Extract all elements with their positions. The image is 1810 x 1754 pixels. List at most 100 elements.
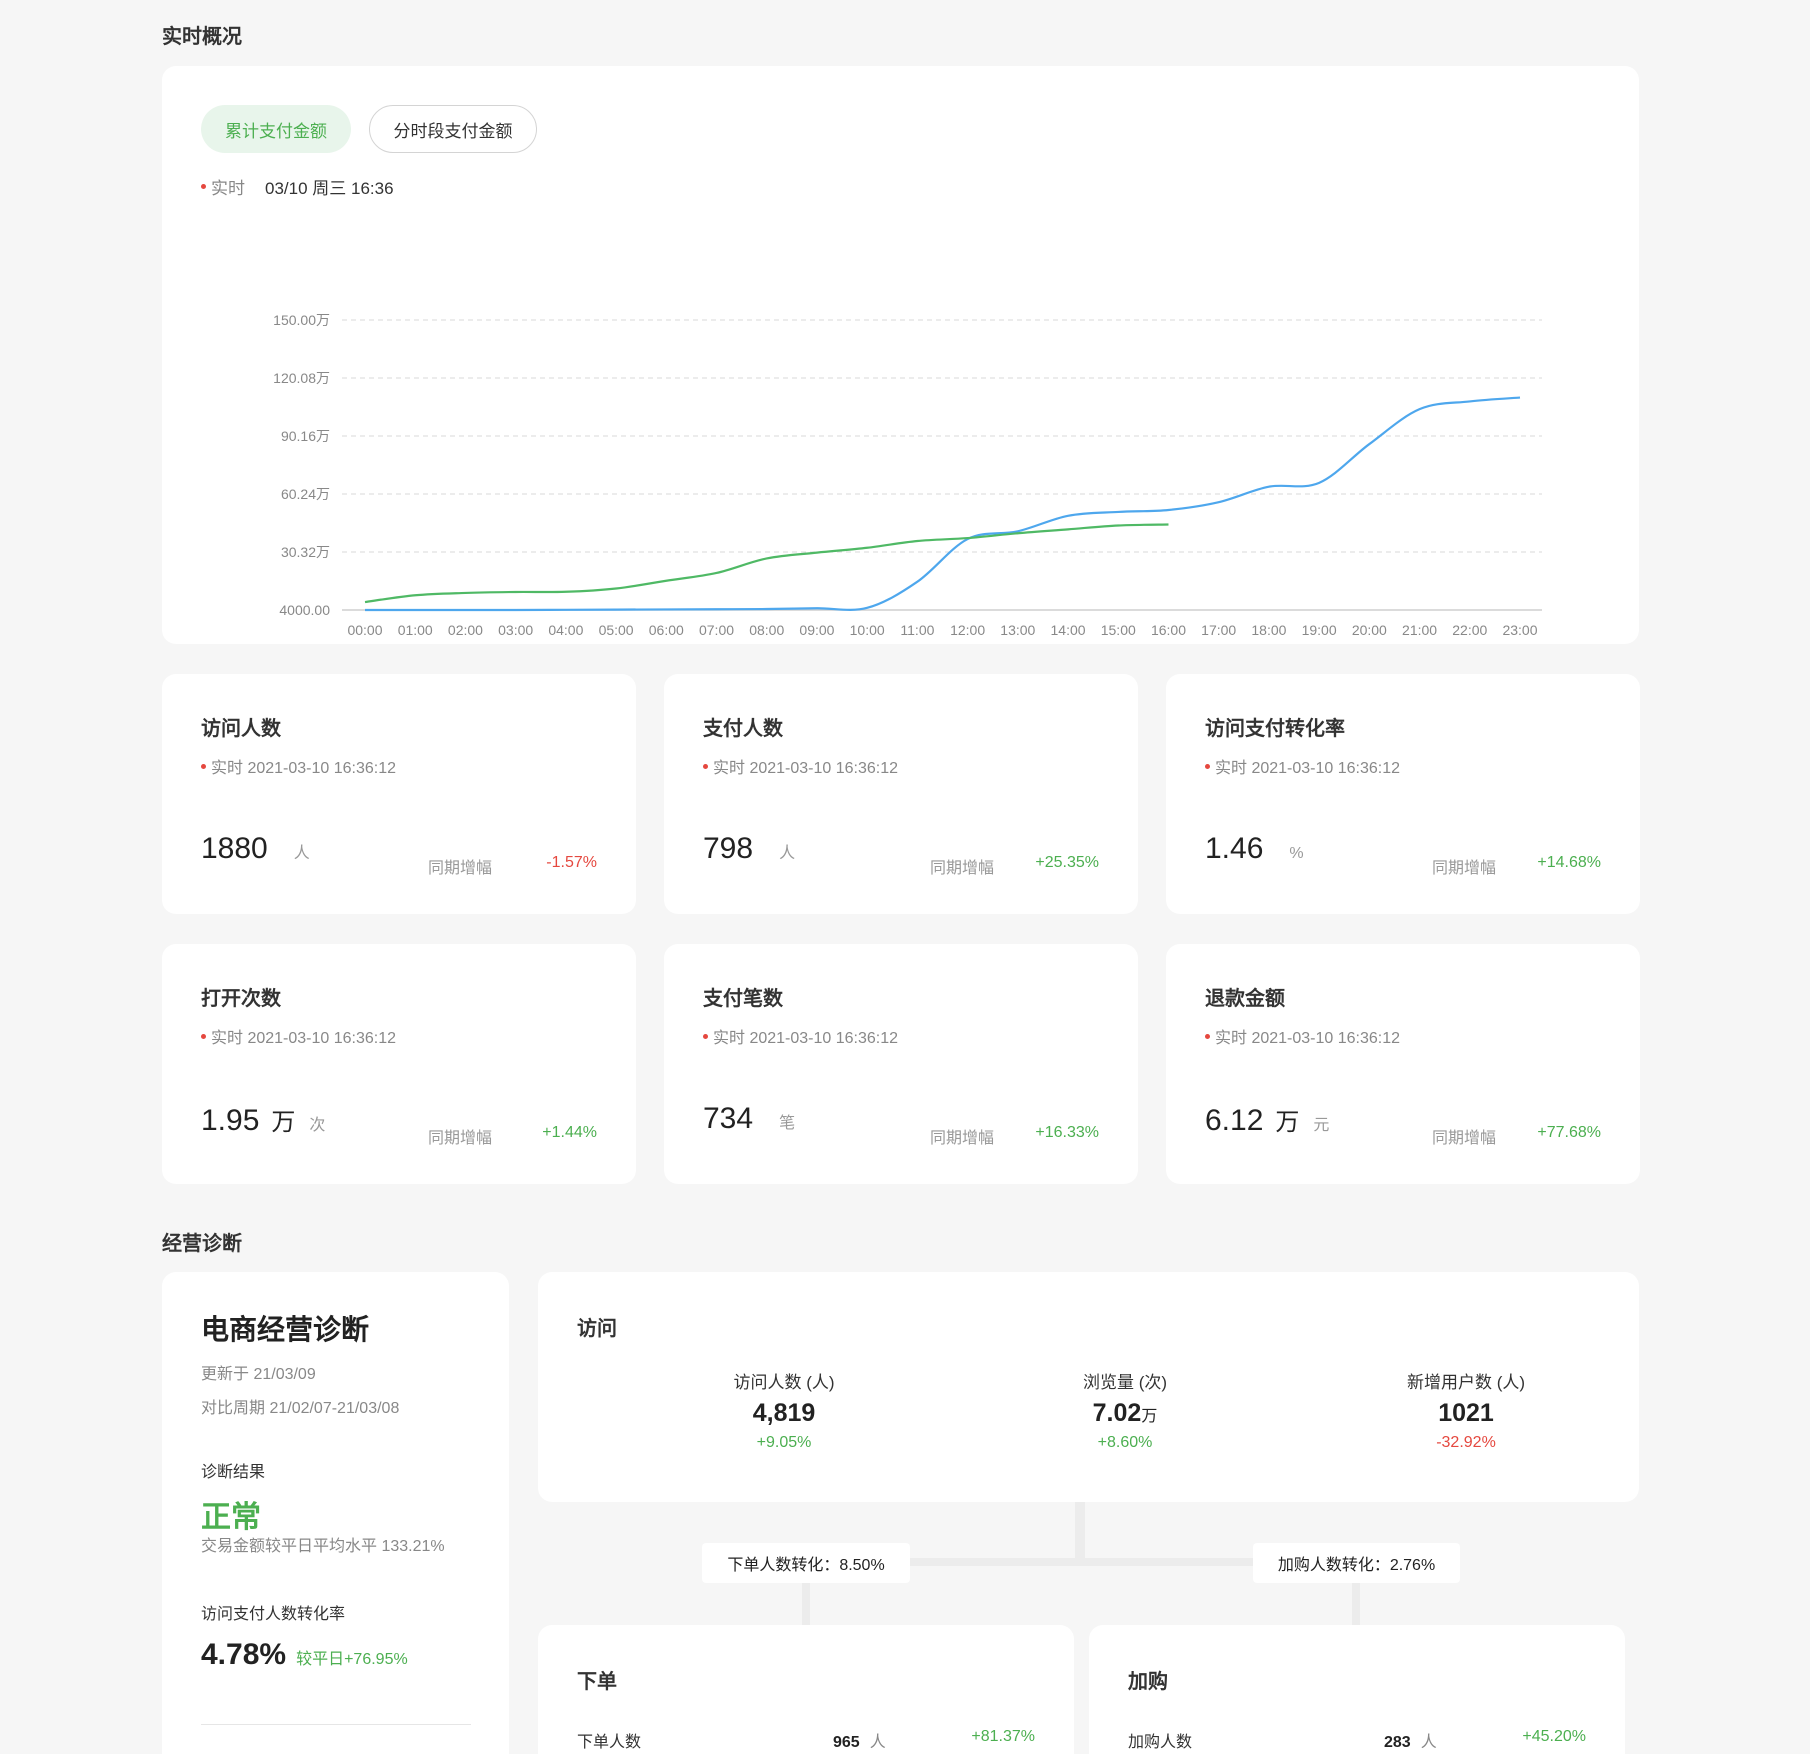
tab-cumulative-payment[interactable]: 累计支付金额: [201, 105, 351, 153]
cart-value: 283 人: [1384, 1734, 1437, 1751]
visit-stat-pageviews: 浏览量 (次) 7.02万 +8.60%: [995, 1368, 1255, 1452]
metric-compare-label: 同期增幅: [930, 1130, 995, 1147]
x-tick-label: 00:00: [347, 622, 382, 636]
metric-card: 访问支付转化率 实时 2021-03-10 16:36:12 1.46% 同期增幅 +1…: [1166, 674, 1640, 914]
metric-title: 退款金额: [1205, 988, 1285, 1010]
metric-compare-label: 同期增幅: [930, 860, 995, 877]
metric-compare-label: 同期增幅: [428, 1130, 493, 1147]
realtime-chart-card: 累计支付金额 分时段支付金额 实时 03/10 周三 16:36 4000.00…: [162, 66, 1639, 644]
metric-title: 访问支付转化率: [1205, 718, 1345, 740]
series-line: [365, 396, 1521, 612]
x-tick-label: 07:00: [699, 622, 734, 636]
metric-pct: +1.44%: [542, 1124, 597, 1141]
y-tick-label: 90.16万: [281, 428, 330, 444]
diagnose-period: 对比周期 21/02/07-21/03/08: [201, 1400, 400, 1417]
order-title: 下单: [577, 1671, 617, 1693]
metric-pct: -1.57%: [546, 854, 597, 871]
metric-title: 访问人数: [201, 718, 281, 740]
metric-compare-label: 同期增幅: [1432, 860, 1497, 877]
x-tick-label: 16:00: [1151, 622, 1186, 636]
diagnose-result-label: 诊断结果: [201, 1464, 266, 1481]
cart-pct: +45.20%: [1522, 1728, 1586, 1745]
metric-compare-label: 同期增幅: [1432, 1130, 1497, 1147]
connector-line: [1075, 1502, 1085, 1560]
visit-stat-visitors: 访问人数 (人) 4,819 +9.05%: [654, 1368, 914, 1452]
x-tick-label: 22:00: [1452, 622, 1487, 636]
x-tick-label: 10:00: [850, 622, 885, 636]
diagnose-rate-compare: 较平日+76.95%: [296, 1651, 408, 1668]
diagnose-result-note: 交易金额较平日平均水平 133.21%: [201, 1538, 445, 1555]
metric-card: 退款金额实时 2021-03-10 16:36:12 6.12 万元同期增幅 +77.…: [1166, 944, 1640, 1184]
metric-time: 实时 2021-03-10 16:36:12: [703, 754, 898, 778]
metric-pct: +25.35%: [1035, 854, 1099, 871]
visit-stat-label: 浏览量 (次): [1082, 1373, 1168, 1392]
y-tick-label: 150.00万: [273, 312, 330, 328]
order-card: 下单 下单人数 965 人 +81.37%: [538, 1625, 1074, 1754]
divider: [201, 1724, 471, 1725]
metric-time: 实时 2021-03-10 16:36:12: [703, 1024, 898, 1048]
metric-pct: +77.68%: [1537, 1124, 1601, 1141]
metric-pct: +16.33%: [1035, 1124, 1099, 1141]
realtime-timestamp: 03/10 周三 16:36: [265, 179, 394, 198]
metric-value: 734 笔: [703, 1102, 796, 1135]
cart-title: 加购: [1128, 1671, 1168, 1693]
x-tick-label: 01:00: [398, 622, 433, 636]
metric-value: 798 人: [703, 832, 796, 865]
metric-value: 6.12 万元: [1205, 1104, 1330, 1137]
diagnose-result: 正常: [201, 1501, 261, 1534]
visit-stat-value: 1021: [1438, 1399, 1494, 1427]
cart-row-label: 加购人数: [1128, 1734, 1193, 1751]
metric-time: 实时 2021-03-10 16:36:12: [201, 1024, 396, 1048]
live-dot-icon: [1205, 1033, 1210, 1039]
connector-line: [802, 1580, 810, 1628]
x-tick-label: 20:00: [1352, 622, 1387, 636]
x-tick-label: 15:00: [1101, 622, 1136, 636]
x-tick-label: 12:00: [950, 622, 985, 636]
visit-stat-label: 访问人数 (人): [733, 1373, 835, 1392]
order-conversion-pill: 下单人数转化：8.50%: [702, 1543, 910, 1583]
diagnose-card: 电商经营诊断 更新于 21/03/09 对比周期 21/02/07-21/03/…: [162, 1272, 509, 1754]
visit-title: 访问: [577, 1318, 617, 1340]
cart-card: 加购 加购人数 283 人 +45.20%: [1089, 1625, 1625, 1754]
y-tick-label: 4000.00: [279, 602, 330, 618]
metric-compare-label: 同期增幅: [428, 860, 493, 877]
visit-stat-pct: +9.05%: [756, 1434, 812, 1451]
diagnose-rate: 4.78% 较平日+76.95%: [201, 1638, 408, 1672]
realtime-label: 实时: [211, 179, 245, 198]
metric-time: 实时 2021-03-10 16:36:12: [1205, 1024, 1400, 1048]
x-tick-label: 17:00: [1201, 622, 1236, 636]
tab-segment-payment[interactable]: 分时段支付金额: [369, 105, 537, 153]
metric-title: 支付笔数: [703, 988, 783, 1010]
x-tick-label: 14:00: [1051, 622, 1086, 636]
live-dot-icon: [201, 1033, 206, 1039]
visit-stat-value: 7.02万: [1092, 1399, 1158, 1427]
diagnose-updated: 更新于 21/03/09: [201, 1366, 316, 1383]
metric-pct: +14.68%: [1537, 854, 1601, 871]
realtime-indicator: 实时 03/10 周三 16:36: [201, 174, 394, 199]
connector-line: [900, 1558, 1310, 1566]
live-dot-icon: [1205, 763, 1210, 769]
order-pct: +81.37%: [971, 1728, 1035, 1745]
visit-stat-label: 新增用户数 (人): [1406, 1373, 1526, 1392]
payment-line-chart: 4000.00 30.32万 60.24万 90.16万 120.08万 150.00万 0…: [273, 312, 1542, 636]
y-tick-label: 30.32万: [281, 544, 330, 560]
y-tick-label: 120.08万: [273, 370, 330, 386]
metric-card: 打开次数 实时 2021-03-10 16:36:12 1.95 万次同期增幅 +1.4…: [162, 944, 636, 1184]
visit-card: 访问 访问人数 (人) 4,819 +9.05% 浏览量 (次) 7.02万 +…: [538, 1272, 1639, 1502]
metric-card: 访问人数 实时 2021-03-10 16:36:12 1880 人同期增幅 -1.57…: [162, 674, 636, 914]
x-tick-label: 03:00: [498, 622, 533, 636]
x-tick-label: 21:00: [1402, 622, 1437, 636]
diagnose-rate-label: 访问支付人数转化率: [201, 1606, 346, 1623]
section-title-realtime: 实时概况: [162, 26, 242, 48]
visit-stat-pct: +8.60%: [1097, 1434, 1153, 1451]
x-tick-label: 09:00: [799, 622, 834, 636]
series-line: [364, 523, 1169, 604]
x-tick-label: 04:00: [548, 622, 583, 636]
visit-stat-new-users: 新增用户数 (人) 1021 -32.92%: [1336, 1368, 1596, 1452]
diagnose-rate-value: 4.78%: [201, 1638, 287, 1671]
metric-title: 打开次数: [201, 988, 281, 1010]
metric-time: 实时 2021-03-10 16:36:12: [201, 754, 396, 778]
metric-card: 支付笔数实时 2021-03-10 16:36:12 734 笔同期增幅 +16.33…: [664, 944, 1138, 1184]
order-row-label: 下单人数: [577, 1734, 642, 1751]
visit-stat-value: 4,819: [752, 1399, 816, 1427]
